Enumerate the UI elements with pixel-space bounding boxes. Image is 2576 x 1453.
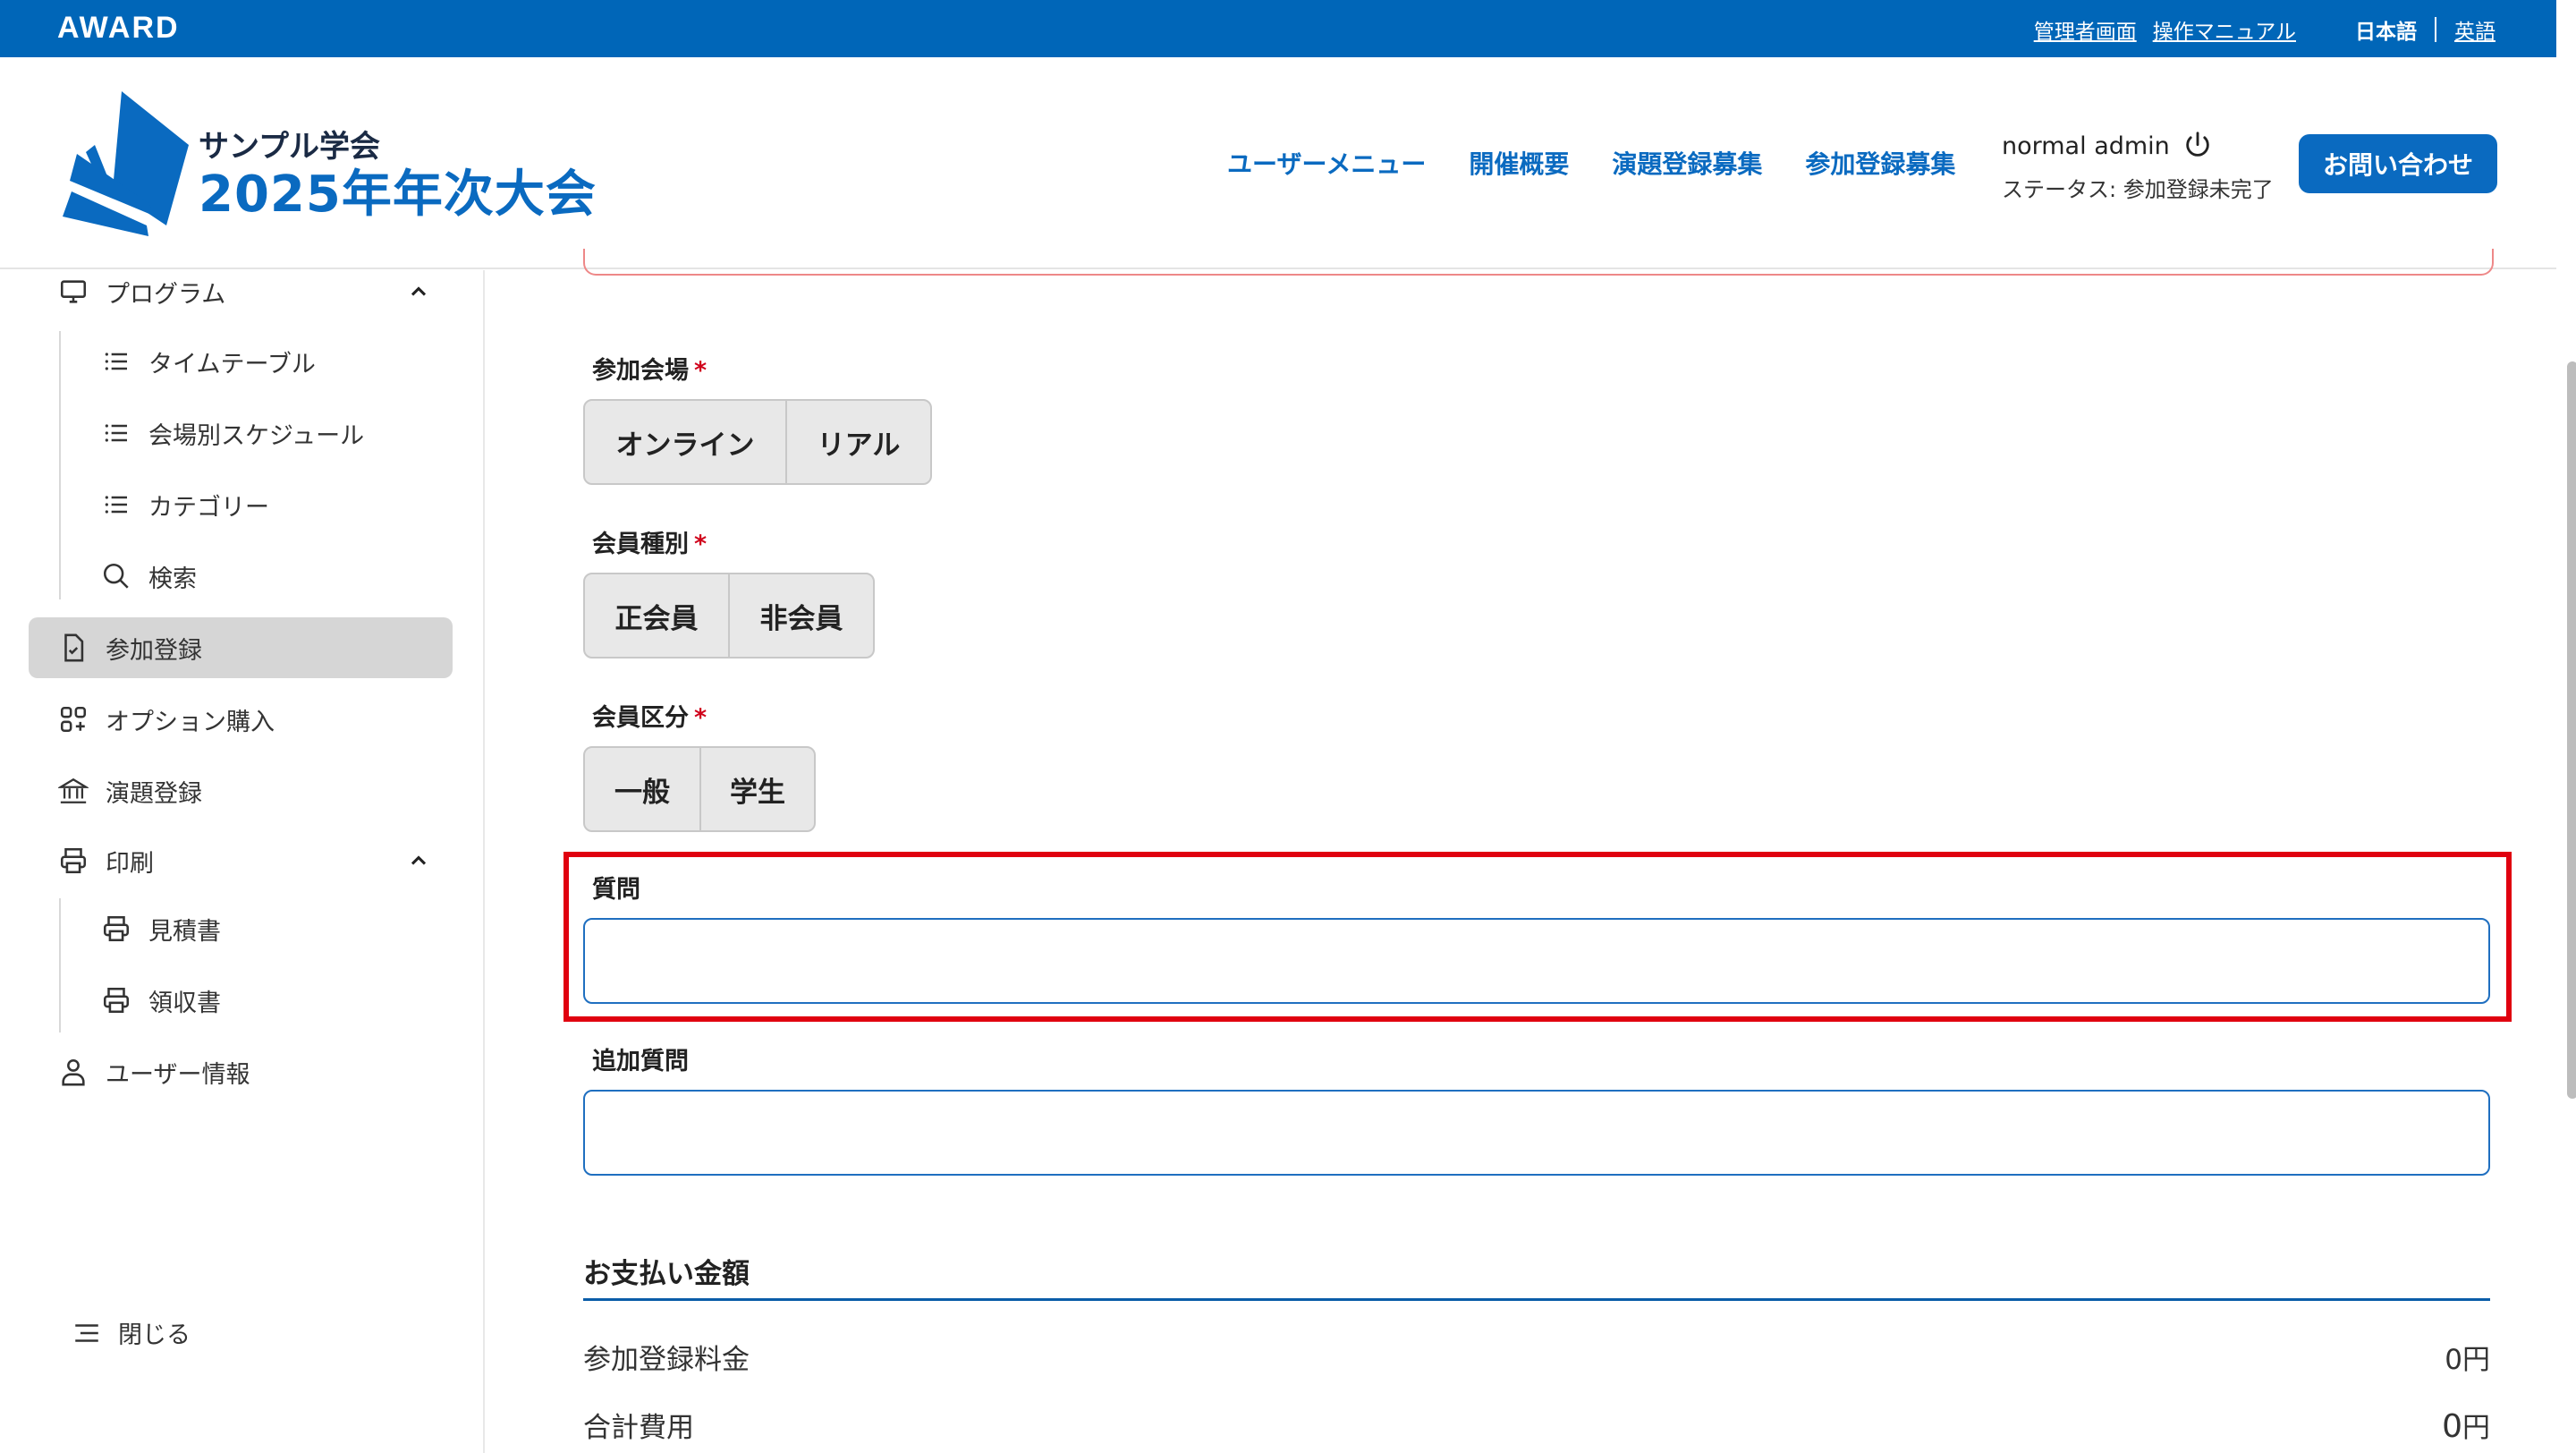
power-icon[interactable]	[2182, 131, 2213, 161]
sidebar-close-label: 閉じる	[118, 1321, 191, 1349]
contact-button[interactable]: お問い合わせ	[2299, 134, 2497, 193]
payment-row-amount: 0円	[2445, 1337, 2490, 1377]
member-class-label: 会員区分 *	[592, 698, 707, 733]
admin-link[interactable]: 管理者画面	[2034, 14, 2137, 45]
logo-mark-icon[interactable]	[59, 91, 189, 239]
user-name-row: normal admin	[2002, 131, 2274, 161]
sidebar-item-timetable[interactable]: タイムテーブル	[29, 331, 453, 392]
venue-segmented-control: オンライン リアル	[583, 399, 932, 485]
page-scrollbar[interactable]	[2567, 361, 2576, 1099]
member-type-option-non-member[interactable]: 非会員	[730, 574, 873, 657]
nav-abstract-call[interactable]: 演題登録募集	[1612, 145, 1762, 181]
printer-icon	[98, 911, 134, 947]
sidebar-close-button[interactable]: 閉じる	[72, 1315, 191, 1350]
user-box: normal admin ステータス: 参加登録未完了	[2002, 131, 2274, 203]
sidebar-item-label: 印刷	[106, 849, 154, 878]
sidebar-item-registration[interactable]: 参加登録	[29, 617, 453, 678]
sidebar-item-program[interactable]: プログラム	[29, 261, 453, 322]
venue-label: 参加会場 *	[592, 351, 707, 386]
extra-question-label: 追加質問	[592, 1048, 689, 1075]
list-icon	[98, 487, 134, 523]
required-mark: *	[694, 531, 708, 558]
sidebar-item-label: ユーザー情報	[106, 1060, 250, 1089]
sidebar-item-venue-schedule[interactable]: 会場別スケジュール	[29, 403, 453, 463]
member-type-label-text: 会員種別	[592, 531, 689, 558]
payment-row-label: 合計費用	[583, 1412, 694, 1444]
sidebar-item-label: 演題登録	[106, 779, 202, 808]
document-check-icon	[55, 630, 91, 666]
member-type-option-regular[interactable]: 正会員	[585, 574, 730, 657]
venue-label-text: 参加会場	[592, 357, 689, 385]
sidebar-item-label: プログラム	[106, 280, 226, 309]
sidebar-item-label: カテゴリー	[148, 493, 269, 522]
sidebar-item-print[interactable]: 印刷	[29, 830, 453, 891]
payment-row-registration-fee: 参加登録料金 0円	[583, 1337, 2490, 1377]
manual-link[interactable]: 操作マニュアル	[2153, 14, 2296, 45]
menu-lines-icon	[75, 1323, 98, 1342]
venue-option-real[interactable]: リアル	[787, 401, 930, 483]
venue-option-online[interactable]: オンライン	[585, 401, 787, 483]
payment-row-total: 合計費用 0円	[583, 1405, 2490, 1445]
sidebar-item-label: タイムテーブル	[148, 350, 316, 378]
sidebar-item-label: 参加登録	[106, 636, 202, 665]
logo-event-name: 2025年年次大会	[199, 166, 597, 224]
amount-unit: 円	[2462, 1344, 2490, 1376]
sidebar-item-label: 検索	[148, 565, 197, 593]
chevron-up-icon[interactable]	[406, 848, 431, 873]
sidebar-item-receipt[interactable]: 領収書	[29, 970, 453, 1031]
member-class-option-general[interactable]: 一般	[585, 748, 701, 830]
sidebar-item-label: オプション購入	[106, 708, 275, 736]
previous-field-edge	[583, 249, 2494, 276]
nav-user-menu[interactable]: ユーザーメニュー	[1227, 145, 1426, 181]
top-bar: AWARD 管理者画面 操作マニュアル 日本語 英語	[0, 0, 2556, 57]
payment-divider	[583, 1298, 2490, 1301]
sidebar-item-options[interactable]: オプション購入	[29, 689, 453, 750]
lang-ja[interactable]: 日本語	[2355, 14, 2417, 45]
sidebar-item-estimate[interactable]: 見積書	[29, 898, 453, 959]
required-mark: *	[694, 357, 708, 385]
user-name: normal admin	[2002, 132, 2170, 160]
member-class-option-student[interactable]: 学生	[701, 748, 814, 830]
registration-status: ステータス: 参加登録未完了	[2002, 177, 2274, 202]
user-icon	[55, 1054, 91, 1090]
amount-unit: 円	[2462, 1412, 2490, 1444]
site-header: サンプル学会 2025年年次大会 ユーザーメニュー 開催概要 演題登録募集 参加…	[0, 57, 2556, 269]
sidebar-item-category[interactable]: カテゴリー	[29, 474, 453, 535]
monitor-icon	[55, 274, 91, 310]
printer-icon	[55, 843, 91, 879]
award-brand: AWARD	[57, 11, 180, 45]
amount-value: 0	[2445, 1344, 2462, 1376]
top-links: 管理者画面 操作マニュアル 日本語 英語	[2034, 14, 2496, 45]
main-nav: ユーザーメニュー 開催概要 演題登録募集 参加登録募集	[1227, 145, 1955, 181]
sidebar-item-abstract[interactable]: 演題登録	[29, 760, 453, 821]
nav-registration-call[interactable]: 参加登録募集	[1805, 145, 1955, 181]
search-icon	[98, 558, 134, 594]
required-mark: *	[694, 704, 708, 732]
sidebar-item-label: 見積書	[148, 917, 221, 946]
member-class-label-text: 会員区分	[592, 704, 689, 732]
payment-row-amount: 0円	[2442, 1405, 2490, 1445]
chevron-up-icon[interactable]	[406, 279, 431, 304]
lang-en-link[interactable]: 英語	[2454, 14, 2496, 45]
printer-icon	[98, 982, 134, 1018]
member-class-segmented-control: 一般 学生	[583, 746, 816, 832]
institution-icon	[55, 773, 91, 809]
amount-value: 0	[2442, 1408, 2462, 1445]
member-type-segmented-control: 正会員 非会員	[583, 573, 875, 659]
sidebar-item-label: 会場別スケジュール	[148, 421, 365, 450]
sidebar-item-search[interactable]: 検索	[29, 546, 453, 607]
payment-row-label: 参加登録料金	[583, 1344, 750, 1376]
list-icon	[98, 415, 134, 451]
list-icon	[98, 344, 134, 379]
payment-title: お支払い金額	[583, 1258, 750, 1290]
member-type-label: 会員種別 *	[592, 524, 707, 559]
sidebar-item-user-info[interactable]: ユーザー情報	[29, 1041, 453, 1102]
extra-question-input[interactable]	[583, 1090, 2490, 1176]
apps-add-icon	[55, 701, 91, 737]
sidebar-item-label: 領収書	[148, 989, 221, 1017]
lang-separator	[2435, 17, 2436, 42]
highlight-box	[564, 852, 2512, 1022]
nav-overview[interactable]: 開催概要	[1469, 145, 1569, 181]
